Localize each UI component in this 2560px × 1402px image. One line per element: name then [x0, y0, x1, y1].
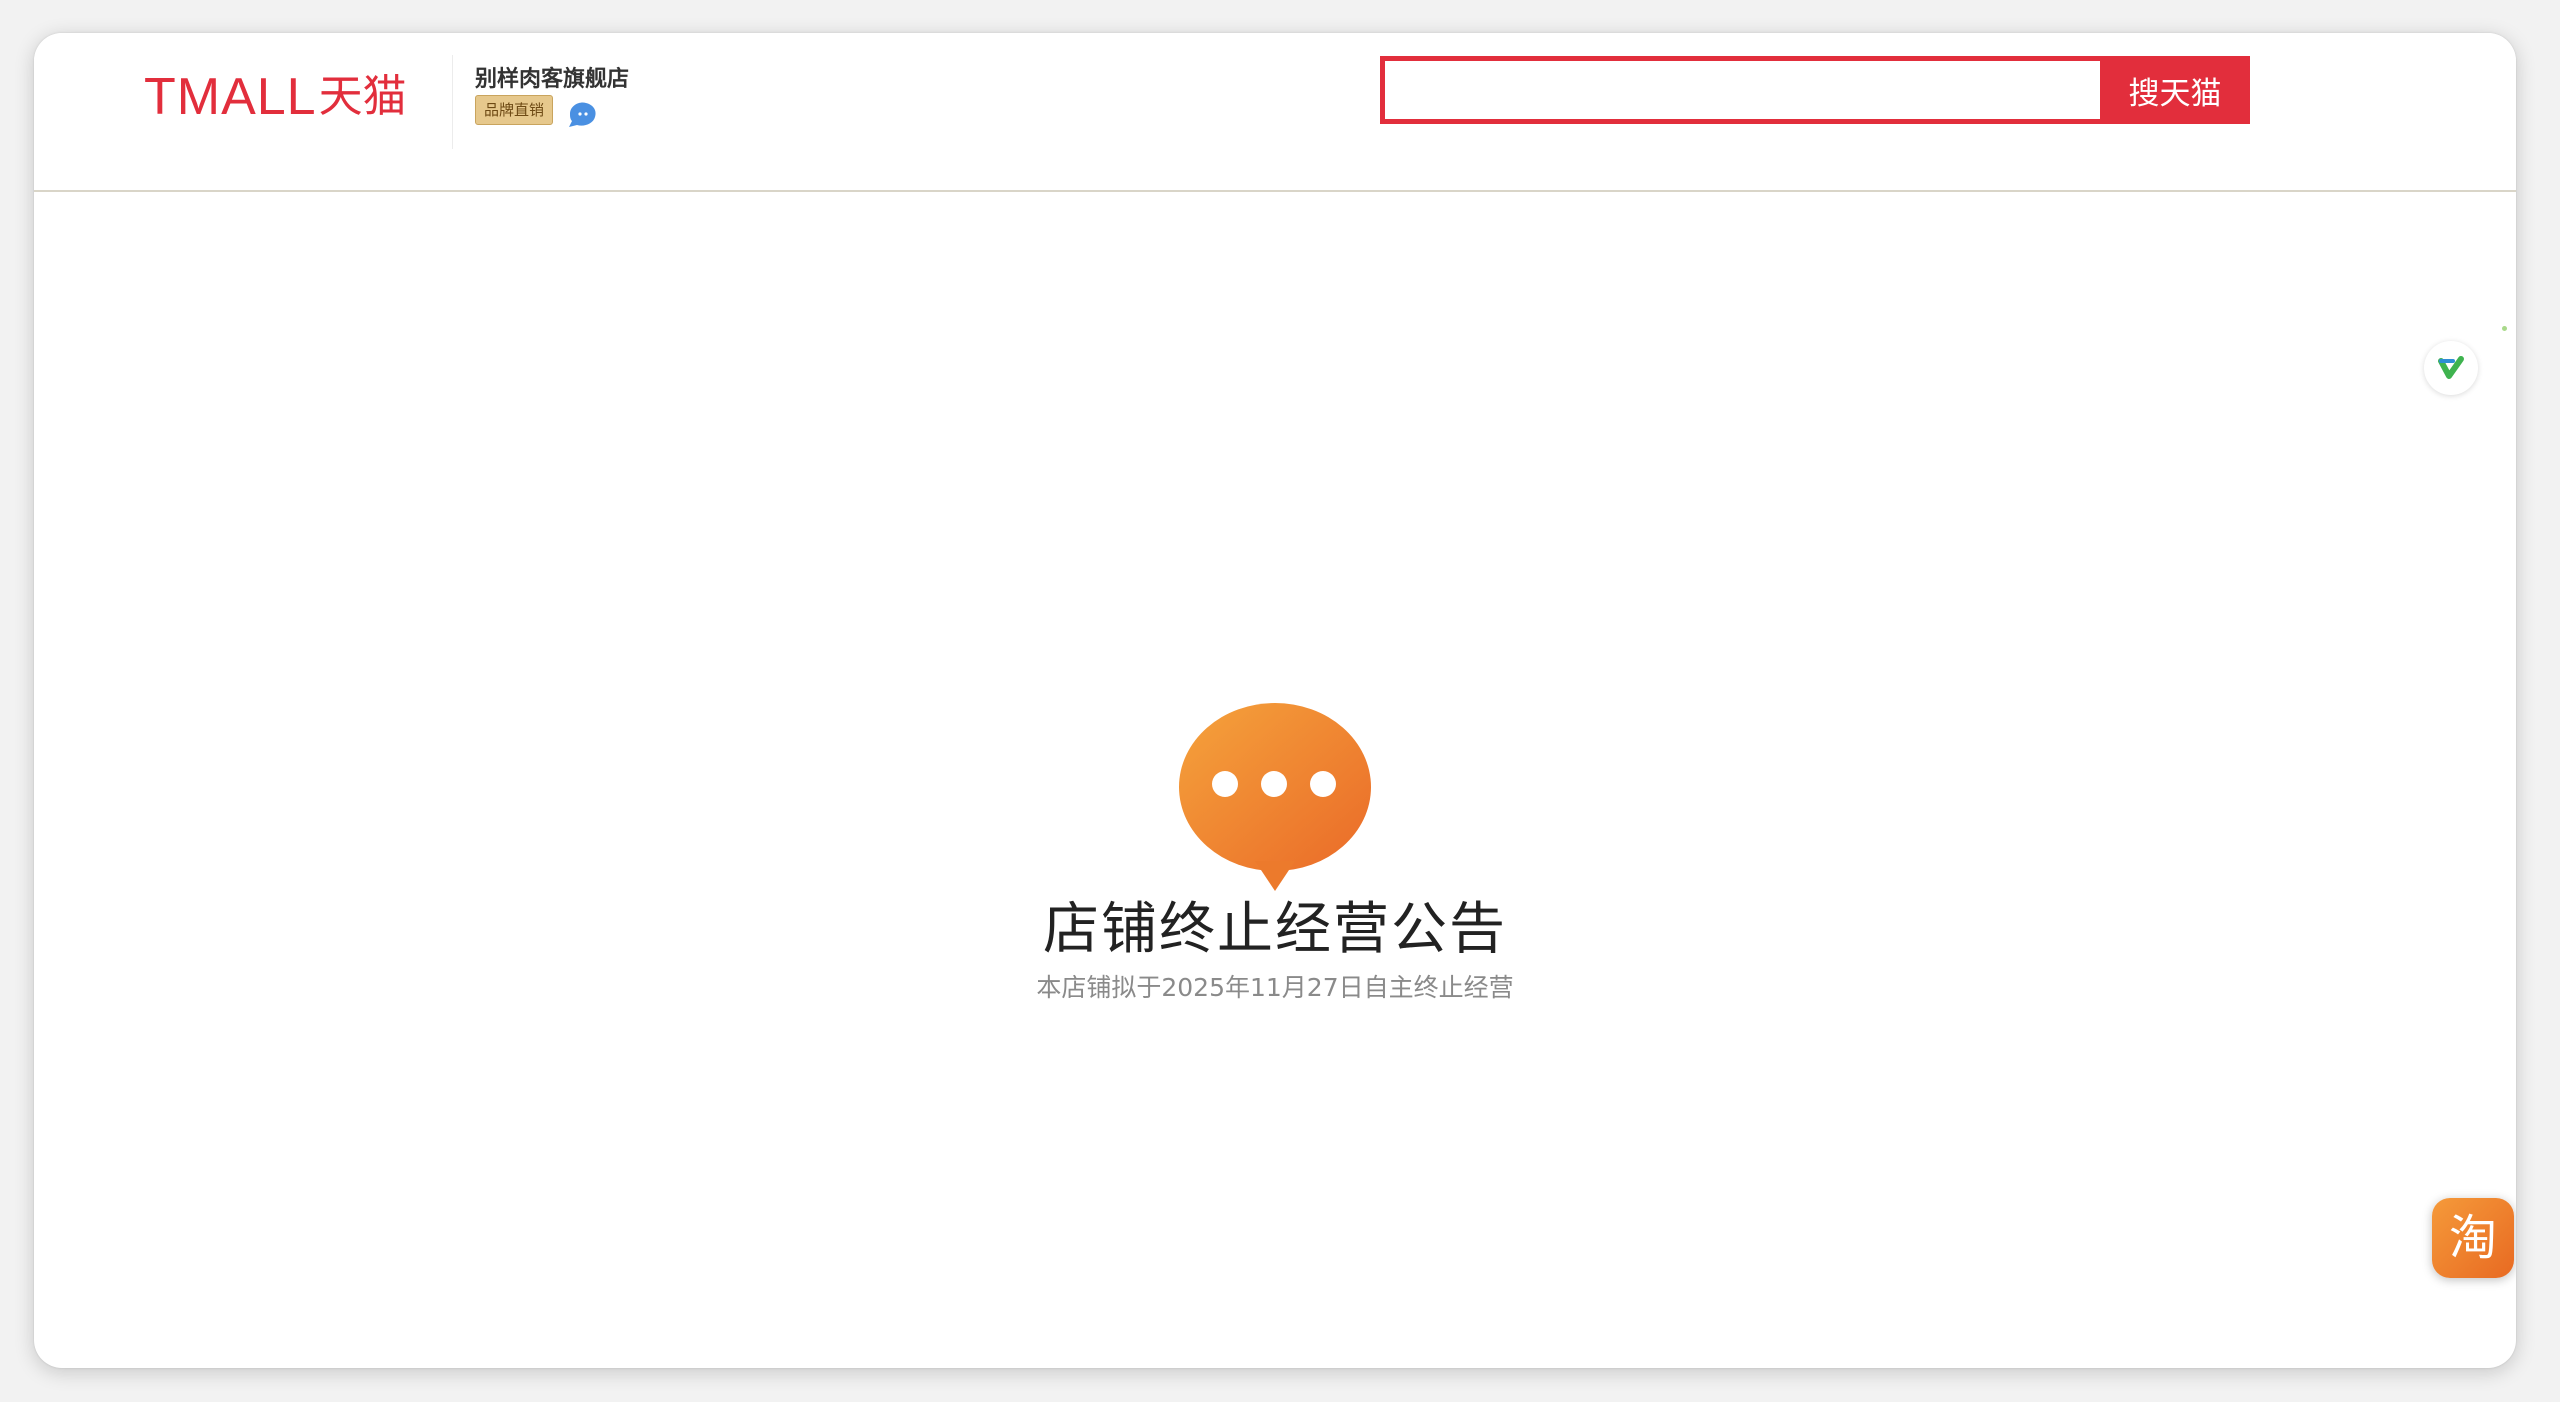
taobao-float-button[interactable]: 淘 — [2432, 1198, 2514, 1278]
closure-notice: 店铺终止经营公告 本店铺拟于2025年11月27日自主终止经营 — [34, 701, 2516, 1003]
header-divider — [452, 55, 453, 149]
search-input[interactable] — [1380, 56, 2100, 124]
brand-direct-badge: 品牌直销 — [475, 95, 554, 125]
search-form: 搜天猫 — [1380, 56, 2250, 124]
shop-name[interactable]: 别样肉客旗舰店 — [475, 61, 629, 93]
wangwang-chat-icon[interactable] — [566, 99, 600, 129]
floating-check-button[interactable] — [2424, 341, 2478, 395]
chat-bubble-icon — [1179, 703, 1371, 891]
v-check-icon — [2438, 356, 2464, 379]
tmall-logo-text: TMALL — [144, 68, 317, 126]
shop-header: TMALL 天猫 别样肉客旗舰店 品牌直销 搜天猫 — [34, 33, 2516, 192]
search-button[interactable]: 搜天猫 — [2100, 56, 2250, 124]
status-dot — [2502, 326, 2507, 331]
notice-title: 店铺终止经营公告 — [1043, 897, 1507, 962]
notice-subtitle: 本店铺拟于2025年11月27日自主终止经营 — [1036, 973, 1514, 1002]
tmall-logo[interactable]: TMALL 天猫 — [144, 67, 407, 127]
tmall-logo-cn: 天猫 — [318, 71, 407, 122]
browser-window: TMALL 天猫 别样肉客旗舰店 品牌直销 搜天猫 店铺终止经营公告 本店铺拟于… — [34, 33, 2516, 1368]
